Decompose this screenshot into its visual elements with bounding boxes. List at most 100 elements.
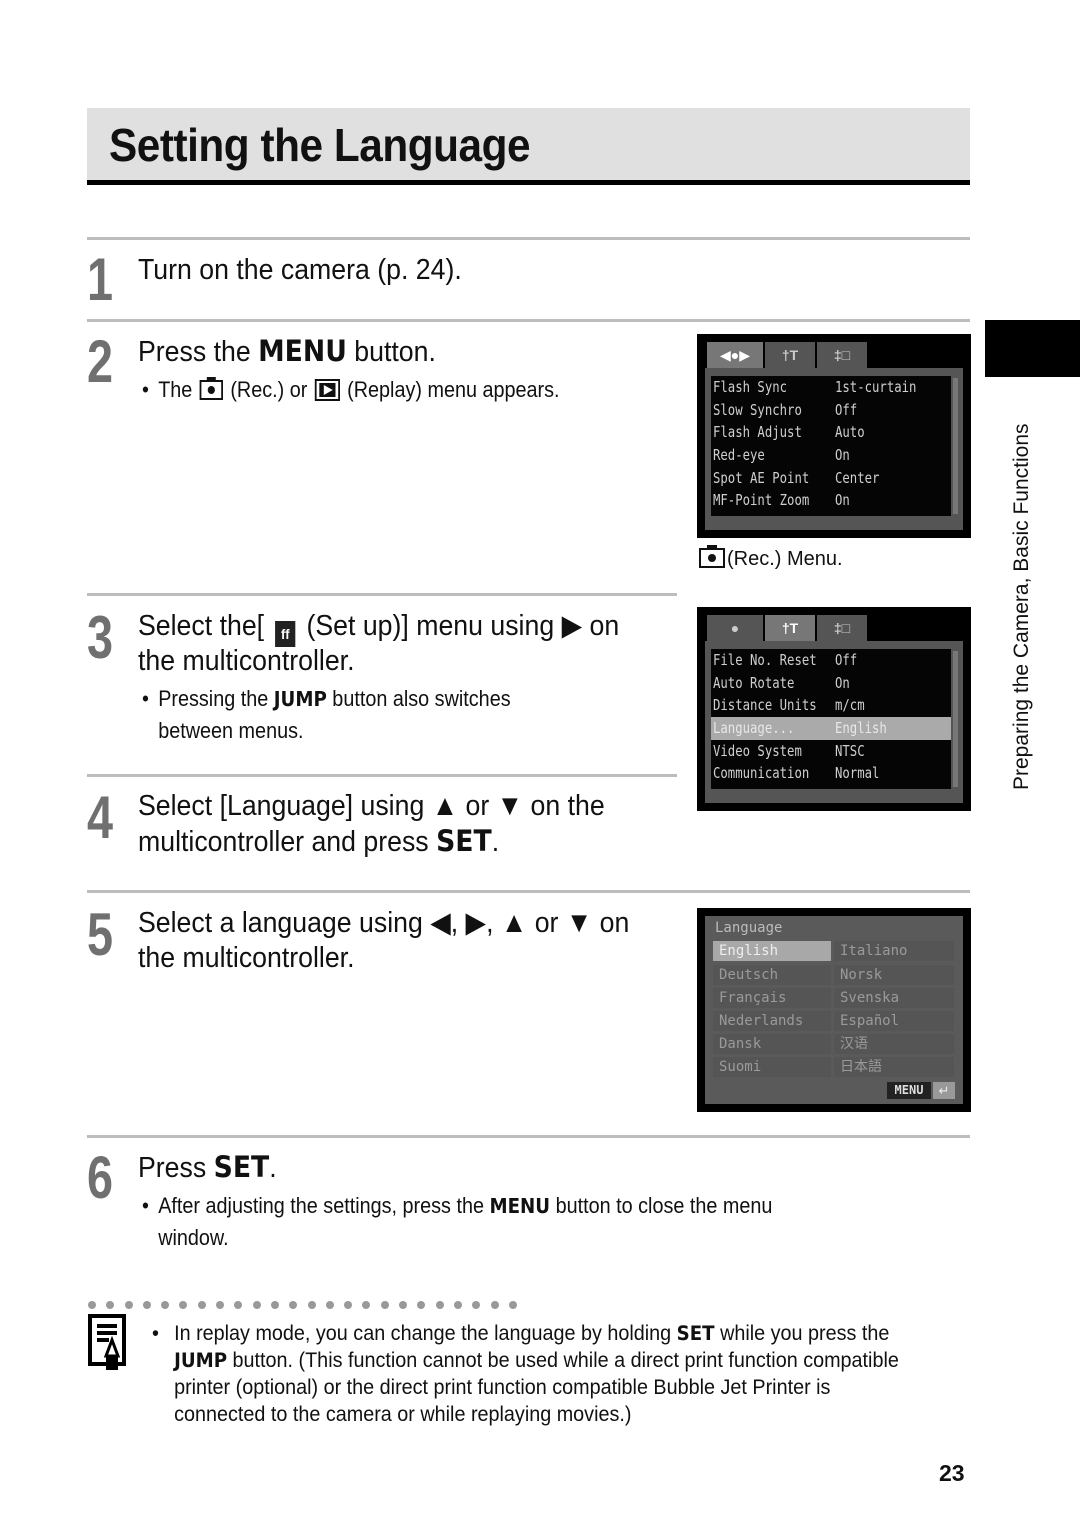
setting-value: 1st-curtain (835, 378, 917, 396)
setting-name: File No. Reset (713, 651, 817, 669)
setting-name: Distance Units (713, 696, 817, 715)
camera-rec-icon (699, 545, 725, 568)
menu-panel: File No. Reset Off Auto Rotate On Distance… (705, 641, 963, 803)
caption-text: (Rec.) Menu. (727, 548, 843, 570)
text: between menus. (158, 718, 304, 743)
step-text: Press the MENU button. (138, 334, 436, 370)
bullet-dot: • (142, 1193, 149, 1218)
bullet: • Pressing the JUMP button also switches … (142, 683, 511, 747)
replay-icon (314, 379, 340, 401)
step-text: Press SET. (138, 1150, 277, 1186)
setting-name: Flash Adjust (713, 423, 802, 442)
step-text: Select [Language] using ▲ or ▼ on the (138, 790, 605, 822)
setup-tab: †T (765, 342, 815, 368)
bullet: • The (Rec.) or (Replay) menu appears. (142, 374, 560, 406)
setting-value: Off (835, 400, 858, 419)
note-body: In replay mode, you can change the langu… (152, 1320, 916, 1428)
setting-value: Center (835, 468, 880, 487)
setting-name: Video System (713, 741, 802, 760)
language-option: Français (713, 988, 831, 1008)
setup-tab: †T (765, 615, 815, 641)
setting-value: English (835, 719, 887, 738)
menu-row: Distance Units m/cm (711, 694, 951, 717)
dotted-separator (88, 1296, 527, 1314)
text: (Replay) menu appears. (341, 377, 560, 402)
setting-name: Red-eye (713, 446, 765, 465)
language-option: Norsk (834, 965, 954, 985)
menu-list: Flash Sync 1st-curtain Slow Synchro Off Fl… (711, 376, 951, 516)
menu-row: Auto Rotate On (711, 672, 951, 695)
menu-row: Slow Synchro Off (711, 399, 951, 422)
setting-name: Flash Sync (713, 378, 788, 396)
divider (87, 1135, 970, 1138)
section-tab-label: Preparing the Camera, Basic Functions (1010, 423, 1033, 790)
page-number: 23 (939, 1460, 965, 1486)
setting-value: Off (835, 651, 858, 669)
setting-value: NTSC (835, 741, 865, 760)
text: button. (346, 336, 436, 368)
menu-row: Red-eye On (711, 444, 951, 467)
divider (87, 319, 970, 322)
menu-button-label: MENU (887, 1082, 931, 1099)
jump-keyword: JUMP (273, 687, 327, 711)
setting-name: MF-Point Zoom (713, 491, 810, 510)
menu-row: Video System NTSC (711, 740, 951, 763)
setting-name: Slow Synchro (713, 400, 802, 419)
bullet-dot: • (142, 686, 149, 711)
language-option: Español (834, 1011, 954, 1031)
text: The (158, 377, 198, 402)
set-keyword: SET (213, 1150, 270, 1184)
rec-menu-screenshot: ◀●▶ †T ‡□ Flash Sync 1st-curtain Slow Syn… (697, 334, 971, 538)
note-pencil-icon (88, 1314, 126, 1370)
text: window. (158, 1225, 229, 1250)
text: multicontroller and press (138, 826, 437, 858)
menu-keyword: MENU (258, 334, 347, 368)
step-text: Select a language using ◀, ▶, ▲ or ▼ on (138, 907, 630, 939)
jump-keyword: JUMP (174, 1349, 228, 1372)
setting-name: Spot AE Point (713, 468, 810, 487)
menu-list: File No. Reset Off Auto Rotate On Distance… (711, 649, 951, 789)
menu-keyword: MENU (489, 1194, 551, 1218)
language-title: Language (715, 920, 783, 936)
bullet-dot: • (142, 377, 149, 402)
language-option-selected: English (713, 941, 831, 961)
menu-panel: Flash Sync 1st-curtain Slow Synchro Off Fl… (705, 368, 963, 530)
divider (87, 774, 677, 777)
text: Pressing the (158, 686, 274, 711)
setting-name: Communication (713, 764, 810, 783)
divider (87, 890, 970, 893)
step-number: 3 (87, 604, 114, 671)
step-number: 2 (87, 328, 114, 395)
language-option: Nederlands (713, 1011, 831, 1031)
language-option: Deutsch (713, 965, 831, 985)
menu-row: Communication Normal (711, 762, 951, 785)
text: while you press the (714, 1321, 890, 1345)
menu-row-selected: Language... English (711, 717, 951, 740)
rec-tab: ● (707, 615, 763, 641)
text: Select the[ (138, 610, 272, 642)
text: After adjusting the settings, press the (158, 1193, 490, 1218)
text: (Set up)] menu using ▶ on (299, 610, 620, 642)
step-text: Select the[ ff (Set up)] menu using ▶ on (138, 609, 619, 647)
bullet: • After adjusting the settings, press the… (142, 1190, 772, 1254)
setting-value: m/cm (835, 696, 865, 715)
page-title: Setting the Language (109, 119, 531, 171)
menu-row: Flash Adjust Auto (711, 421, 951, 444)
step-number: 4 (87, 784, 114, 851)
set-keyword: SET (676, 1322, 715, 1345)
setting-value: Auto (835, 423, 865, 442)
text: button. (This function cannot be used wh… (174, 1348, 899, 1426)
bullet-dot: • (152, 1321, 159, 1345)
step-number: 6 (87, 1144, 114, 1211)
language-menu-screenshot: Language English Italiano Deutsch Norsk … (697, 908, 971, 1112)
note-text: • In replay mode, you can change the lan… (152, 1320, 916, 1428)
language-option: Dansk (713, 1034, 831, 1054)
menu-row: MF-Point Zoom On (711, 489, 951, 512)
rec-tab: ◀●▶ (707, 342, 763, 368)
setting-value: On (835, 491, 850, 510)
mycamera-tab: ‡□ (817, 342, 867, 368)
text: (Rec.) or (224, 377, 313, 402)
divider (87, 237, 970, 240)
text: . (491, 826, 500, 858)
setup-menu-screenshot: ● †T ‡□ File No. Reset Off Auto Rotate On … (697, 607, 971, 811)
